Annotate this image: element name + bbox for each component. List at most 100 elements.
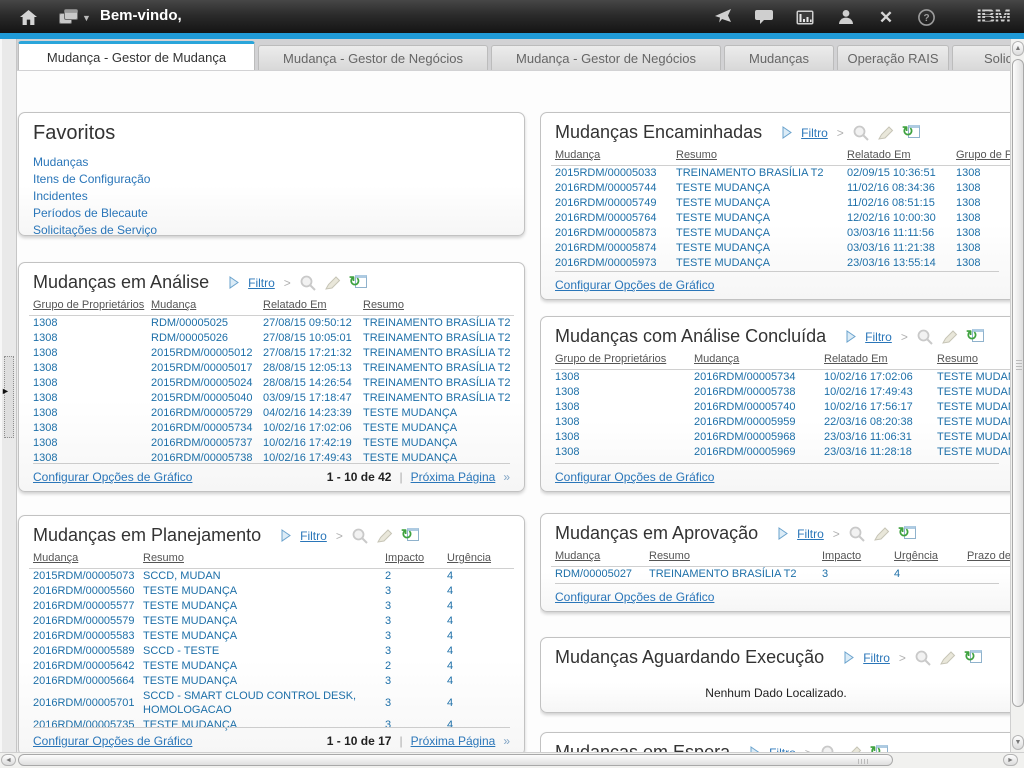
user-profile-icon[interactable] xyxy=(836,7,856,27)
table-cell[interactable]: 1308 xyxy=(29,436,147,451)
table-cell[interactable]: 1308 xyxy=(551,415,690,430)
table-cell[interactable]: 28/08/15 14:26:54 xyxy=(259,376,359,391)
table-cell[interactable]: 27/08/15 17:21:32 xyxy=(259,346,359,361)
chat-icon[interactable] xyxy=(754,7,774,27)
table-cell[interactable]: 3 xyxy=(381,599,443,614)
next-page-link[interactable]: Próxima Página xyxy=(411,470,496,484)
table-cell[interactable]: RDM/00005027 xyxy=(551,567,645,583)
column-header[interactable]: Urgência xyxy=(890,548,963,567)
table-cell[interactable]: 02/09/15 10:36:51 xyxy=(843,166,952,182)
chart-options-icon[interactable]: ↻ xyxy=(871,745,888,753)
table-cell[interactable]: 1308 xyxy=(952,196,1010,211)
favorite-link-mudancas[interactable]: Mudanças xyxy=(33,154,510,171)
search-icon[interactable] xyxy=(352,528,368,544)
filter-link[interactable]: Filtro xyxy=(863,651,890,665)
table-cell[interactable]: 1308 xyxy=(551,370,690,386)
tab-mudanca-gestor-de-negocios-2[interactable]: Mudança - Gestor de Negócios xyxy=(491,45,721,70)
column-header[interactable]: Grupo de Proprietários xyxy=(952,147,1010,166)
chart-options-icon[interactable]: ↻ xyxy=(967,329,984,345)
table-cell[interactable]: TESTE MUDANÇA xyxy=(359,436,514,451)
table-cell[interactable]: 2015RDM/00005024 xyxy=(147,376,259,391)
search-icon[interactable] xyxy=(915,650,931,666)
column-header[interactable]: Mudança xyxy=(690,351,820,370)
table-cell[interactable]: TESTE MUDANÇA xyxy=(933,370,1010,386)
table-cell[interactable]: 1308 xyxy=(952,166,1010,182)
chart-options-icon[interactable]: ↻ xyxy=(965,650,982,666)
column-header[interactable]: Resumo xyxy=(645,548,818,567)
table-cell[interactable]: 4 xyxy=(443,584,514,599)
chart-options-icon[interactable]: ↻ xyxy=(350,275,367,291)
vertical-scroll-thumb[interactable] xyxy=(1012,59,1024,707)
table-cell[interactable]: 4 xyxy=(443,644,514,659)
table-cell[interactable]: 23/03/16 11:06:31 xyxy=(820,430,933,445)
table-cell[interactable]: TESTE MUDANÇA xyxy=(672,211,843,226)
table-cell[interactable]: TREINAMENTO BRASÍLIA T2 xyxy=(359,346,514,361)
tab-mudancas[interactable]: Mudanças xyxy=(724,45,834,70)
table-cell[interactable]: 3 xyxy=(381,674,443,689)
chart-options-icon[interactable]: ↻ xyxy=(402,528,419,544)
table-cell[interactable]: 3 xyxy=(381,584,443,599)
scroll-up-button[interactable]: ▲ xyxy=(1012,41,1024,56)
table-cell[interactable]: 3 xyxy=(381,614,443,629)
column-header[interactable]: Relatado Em xyxy=(820,351,933,370)
table-cell[interactable]: 1308 xyxy=(29,391,147,406)
table-cell[interactable]: TREINAMENTO BRASÍLIA T2 xyxy=(672,166,843,182)
table-cell[interactable]: TREINAMENTO BRASÍLIA T2 xyxy=(359,361,514,376)
search-icon[interactable] xyxy=(917,329,933,345)
table-cell[interactable]: 1308 xyxy=(29,421,147,436)
column-header[interactable]: Impacto xyxy=(818,548,890,567)
column-header[interactable]: Mudança xyxy=(551,147,672,166)
table-cell[interactable]: 2015RDM/00005012 xyxy=(147,346,259,361)
column-header[interactable]: Mudança xyxy=(551,548,645,567)
column-header[interactable]: Resumo xyxy=(139,550,381,569)
edit-icon[interactable] xyxy=(940,651,956,665)
table-cell[interactable]: 2016RDM/00005973 xyxy=(551,256,672,271)
filter-chevron-icon[interactable]: > xyxy=(284,276,291,290)
column-header[interactable]: Mudança xyxy=(29,550,139,569)
filter-link[interactable]: Filtro xyxy=(801,126,828,140)
table-cell[interactable]: 2016RDM/00005701 xyxy=(29,689,139,718)
table-cell[interactable] xyxy=(963,567,1010,583)
table-cell[interactable]: 4 xyxy=(443,569,514,585)
table-cell[interactable]: 11/02/16 08:51:15 xyxy=(843,196,952,211)
table-cell[interactable]: 1308 xyxy=(952,211,1010,226)
table-cell[interactable]: 23/03/16 11:28:18 xyxy=(820,445,933,460)
search-icon[interactable] xyxy=(300,275,316,291)
table-cell[interactable]: 1308 xyxy=(952,256,1010,271)
table-cell[interactable]: 4 xyxy=(890,567,963,583)
config-chart-link[interactable]: Configurar Opções de Gráfico xyxy=(555,470,714,484)
table-cell[interactable]: 4 xyxy=(443,659,514,674)
filter-link[interactable]: Filtro xyxy=(248,276,275,290)
table-cell[interactable]: TESTE MUDANÇA xyxy=(672,241,843,256)
app-switcher-caret-icon[interactable]: ▼ xyxy=(82,13,91,23)
splitter-handle[interactable] xyxy=(4,356,14,438)
search-icon[interactable] xyxy=(853,125,869,141)
edit-icon[interactable] xyxy=(878,126,894,140)
filter-chevron-icon[interactable]: > xyxy=(899,651,906,665)
table-cell[interactable]: TESTE MUDANÇA xyxy=(139,584,381,599)
favorite-link-itens-de-configuracao[interactable]: Itens de Configuração xyxy=(33,171,510,188)
filter-expand-icon[interactable] xyxy=(782,126,792,139)
table-cell[interactable]: 4 xyxy=(443,689,514,718)
next-page-link[interactable]: Próxima Página xyxy=(411,734,496,748)
table-cell[interactable]: SCCD, MUDAN xyxy=(139,569,381,585)
table-cell[interactable]: TESTE MUDANÇA xyxy=(139,629,381,644)
reports-chart-icon[interactable] xyxy=(795,7,815,27)
column-header[interactable]: Resumo xyxy=(359,297,514,316)
table-cell[interactable]: TESTE MUDANÇA xyxy=(359,421,514,436)
filter-expand-icon[interactable] xyxy=(281,529,291,542)
tab-operacao-rais[interactable]: Operação RAIS xyxy=(837,45,949,70)
config-chart-link[interactable]: Configurar Opções de Gráfico xyxy=(33,734,192,748)
filter-expand-icon[interactable] xyxy=(778,527,788,540)
horizontal-scrollbar[interactable]: ◄ ► xyxy=(0,752,1024,768)
table-cell[interactable]: 1308 xyxy=(551,430,690,445)
table-cell[interactable]: 03/09/15 17:18:47 xyxy=(259,391,359,406)
table-cell[interactable]: TREINAMENTO BRASÍLIA T2 xyxy=(359,376,514,391)
table-cell[interactable]: TREINAMENTO BRASÍLIA T2 xyxy=(359,391,514,406)
table-cell[interactable]: 2016RDM/00005738 xyxy=(690,385,820,400)
table-cell[interactable]: 3 xyxy=(381,644,443,659)
table-cell[interactable]: 2016RDM/00005729 xyxy=(147,406,259,421)
table-cell[interactable]: 1308 xyxy=(29,361,147,376)
table-cell[interactable]: 23/03/16 13:55:14 xyxy=(843,256,952,271)
table-cell[interactable]: TREINAMENTO BRASÍLIA T2 xyxy=(359,316,514,332)
